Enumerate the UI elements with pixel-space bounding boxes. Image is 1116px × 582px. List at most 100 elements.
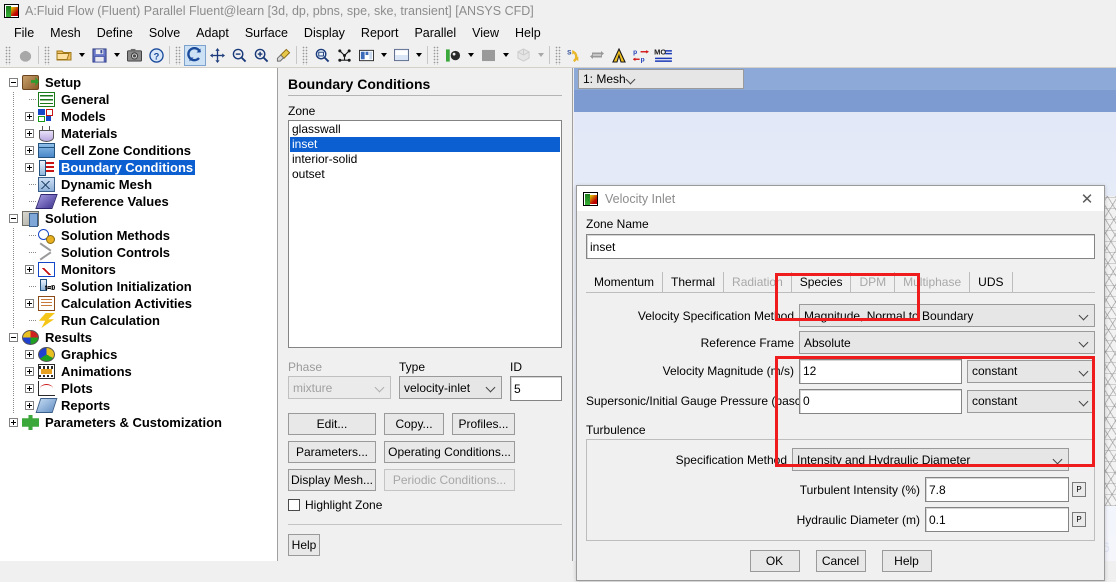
chevron-down-icon[interactable] [464, 45, 477, 66]
chevron-down-icon[interactable] [110, 45, 123, 66]
turbulent-intensity-input[interactable]: 7.8 [925, 477, 1069, 502]
supersonic-gauge-pressure-profile-select[interactable]: constant [967, 389, 1095, 413]
menu-item-mesh[interactable]: Mesh [42, 24, 89, 42]
tree-expander-cell[interactable] [6, 210, 22, 227]
menu-item-solve[interactable]: Solve [141, 24, 188, 42]
reference-frame-select[interactable]: Absolute [799, 331, 1095, 354]
velocity-magnitude-input[interactable]: 12 [799, 358, 962, 384]
hydraulic-diameter-param-button[interactable]: P [1072, 512, 1086, 527]
toolbar-grip[interactable] [175, 45, 181, 65]
toolbar-grip[interactable] [302, 45, 308, 65]
tab-uds[interactable]: UDS [969, 272, 1013, 292]
camera-icon[interactable] [123, 45, 145, 66]
type-select[interactable]: velocity-inlet [399, 376, 502, 399]
tree-item-run-calculation[interactable]: Run Calculation [6, 312, 277, 329]
turbulent-intensity-param-button[interactable]: P [1072, 482, 1086, 497]
tree-item-dynamic-mesh[interactable]: Dynamic Mesh [6, 176, 277, 193]
tree-item-calculation-activities[interactable]: Calculation Activities [6, 295, 277, 312]
tree-expander-cell[interactable] [22, 261, 38, 278]
zoom-in-icon[interactable] [250, 45, 272, 66]
tree-item-plots[interactable]: Plots [6, 380, 277, 397]
parameters-button[interactable]: Parameters... [288, 441, 376, 463]
operating-conditions-button[interactable]: Operating Conditions... [384, 441, 515, 463]
tree-item-setup[interactable]: Setup [6, 74, 277, 91]
zone-list-item[interactable]: interior-solid [290, 152, 560, 167]
refresh-rotate-icon[interactable] [184, 44, 206, 66]
viewport-icon[interactable] [390, 45, 412, 66]
zone-list-item[interactable]: inset [290, 137, 560, 152]
tree-item-general[interactable]: General [6, 91, 277, 108]
tree-expander-cell[interactable] [22, 125, 38, 142]
tree-item-cell-zone-conditions[interactable]: Cell Zone Conditions [6, 142, 277, 159]
help-button[interactable]: Help [288, 534, 320, 556]
ok-button[interactable]: OK [749, 550, 800, 572]
tree-item-solution-methods[interactable]: Solution Methods [6, 227, 277, 244]
toolbar-grip[interactable] [5, 45, 11, 65]
hydraulic-diameter-input[interactable]: 0.1 [925, 507, 1069, 532]
menu-item-define[interactable]: Define [89, 24, 141, 42]
turbulence-spec-method-select[interactable]: Intensity and Hydraulic Diameter [792, 448, 1069, 471]
tree-expander-cell[interactable] [22, 295, 38, 312]
toolbar-grip[interactable] [433, 45, 439, 65]
menu-item-adapt[interactable]: Adapt [188, 24, 237, 42]
chevron-down-icon[interactable] [75, 45, 88, 66]
tree-expander-cell[interactable] [22, 363, 38, 380]
close-icon[interactable]: ✕ [1070, 186, 1104, 211]
zone-name-input[interactable]: inset [586, 234, 1095, 259]
tree-item-animations[interactable]: Animations [6, 363, 277, 380]
tab-momentum[interactable]: Momentum [586, 272, 663, 292]
zoom-region-icon[interactable] [311, 45, 333, 66]
toolbar-grip[interactable] [44, 45, 50, 65]
tab-species[interactable]: Species [790, 272, 851, 292]
tree-expander-cell[interactable] [22, 380, 38, 397]
tree-expander-cell[interactable] [22, 346, 38, 363]
zone-list[interactable]: glasswall inset interior-solid outset [288, 120, 562, 348]
tree-expander-cell[interactable] [22, 159, 38, 176]
menu-item-view[interactable]: View [464, 24, 507, 42]
tree-item-graphics[interactable]: Graphics [6, 346, 277, 363]
menu-item-display[interactable]: Display [296, 24, 353, 42]
cancel-button[interactable]: Cancel [815, 550, 866, 572]
tree-item-boundary-conditions[interactable]: Boundary Conditions [6, 159, 277, 176]
pan-move-icon[interactable] [206, 45, 228, 66]
tab-thermal[interactable]: Thermal [662, 272, 723, 292]
lambda-icon[interactable] [608, 45, 630, 66]
tree-item-parameters-customization[interactable]: Parameters & Customization [6, 414, 277, 431]
tree-item-solution-controls[interactable]: Solution Controls [6, 244, 277, 261]
tree-item-materials[interactable]: Materials [6, 125, 277, 142]
supersonic-gauge-pressure-input[interactable]: 0 [799, 388, 962, 414]
chevron-down-icon[interactable] [412, 45, 425, 66]
tree-item-solution-initialization[interactable]: t=0 Solution Initialization [6, 278, 277, 295]
phase-select[interactable]: mixture [288, 376, 391, 399]
copy-button[interactable]: Copy... [384, 413, 444, 435]
velocity-spec-method-select[interactable]: Magnitude, Normal to Boundary [799, 304, 1095, 327]
view-selector[interactable]: 1: Mesh [578, 69, 744, 89]
sync-gray-icon[interactable] [586, 45, 608, 66]
color-swatch-icon[interactable] [477, 45, 499, 66]
eyedropper-icon[interactable] [272, 45, 294, 66]
mo-list-icon[interactable]: MO [652, 45, 674, 66]
columns-layout-icon[interactable] [355, 45, 377, 66]
id-input[interactable]: 5 [510, 376, 562, 401]
tree-expander-cell[interactable] [6, 414, 22, 431]
tree-item-models[interactable]: Models [6, 108, 277, 125]
highlight-zone-row[interactable]: Highlight Zone [288, 498, 562, 512]
node-tree-icon[interactable] [333, 45, 355, 66]
sync-yellow-icon[interactable]: S [564, 45, 586, 66]
menu-item-help[interactable]: Help [507, 24, 549, 42]
profiles-button[interactable]: Profiles... [452, 413, 515, 435]
velocity-magnitude-profile-select[interactable]: constant [967, 359, 1095, 383]
zoom-out-icon[interactable] [228, 45, 250, 66]
toolbar-grip[interactable] [555, 45, 561, 65]
menu-item-parallel[interactable]: Parallel [406, 24, 464, 42]
display-mesh-button[interactable]: Display Mesh... [288, 469, 376, 491]
pressure-couple-icon[interactable]: pp [630, 45, 652, 66]
zone-list-item[interactable]: glasswall [290, 122, 560, 137]
zone-list-item[interactable]: outset [290, 167, 560, 182]
help-button-dialog[interactable]: Help [881, 550, 932, 572]
edit-button[interactable]: Edit... [288, 413, 376, 435]
save-disk-icon[interactable] [88, 45, 110, 66]
highlight-zone-checkbox[interactable] [288, 499, 300, 511]
lighting-head-icon[interactable] [442, 45, 464, 66]
tree-item-monitors[interactable]: Monitors [6, 261, 277, 278]
